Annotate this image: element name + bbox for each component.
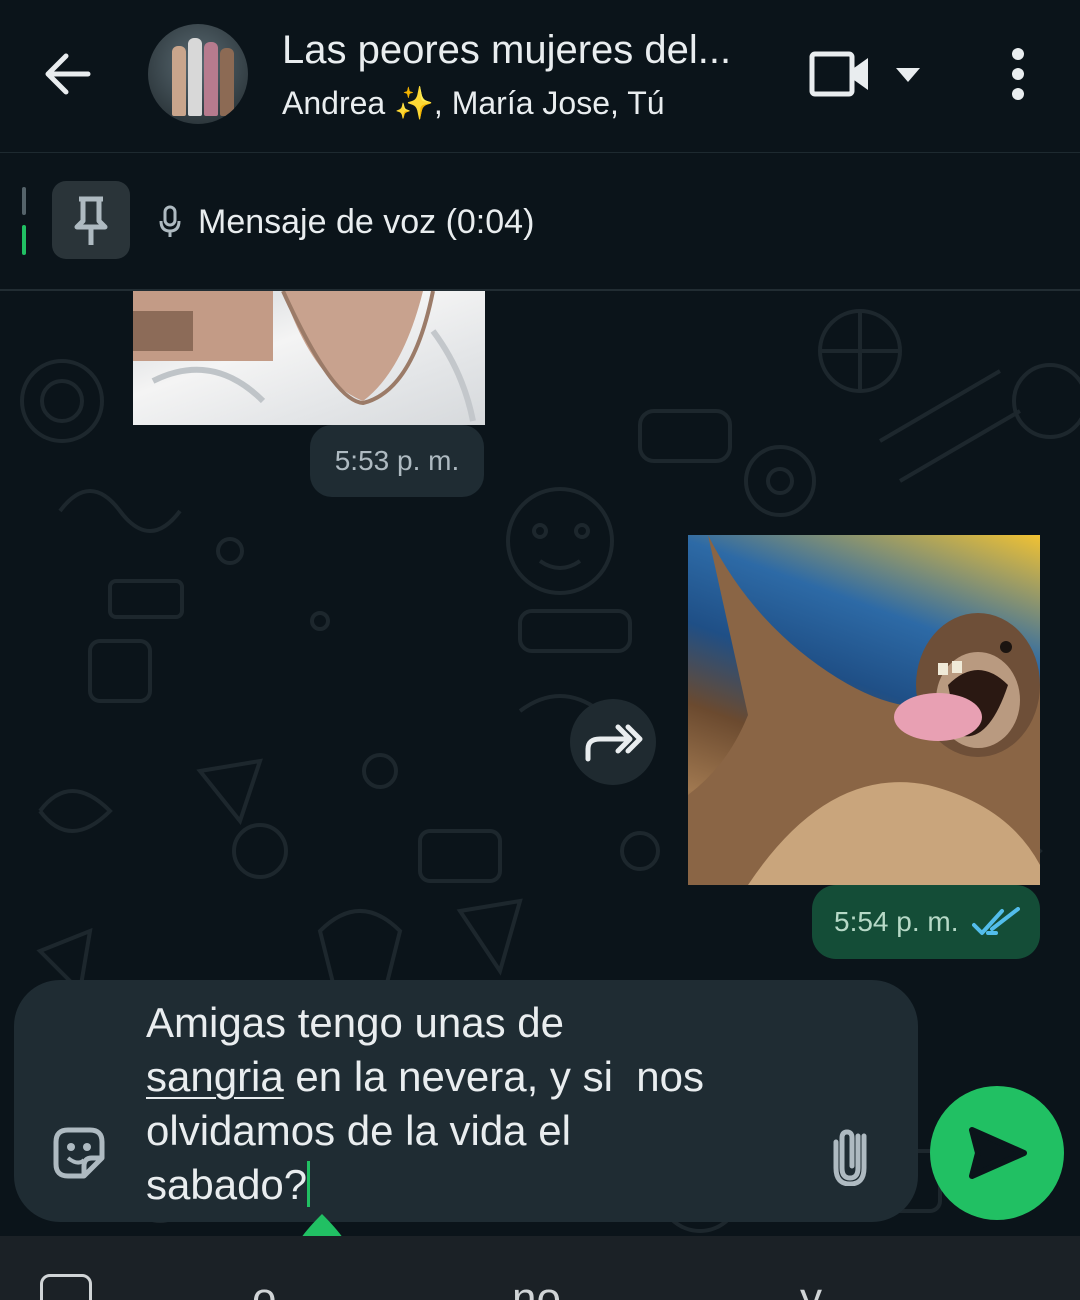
video-call-icon[interactable] [808,48,872,100]
suggestion-1[interactable]: o [252,1274,276,1300]
received-image-content [133,291,476,422]
send-button[interactable] [930,1086,1064,1220]
received-image[interactable] [133,291,485,425]
message-composer: Amigas tengo unas de sangria en la never… [14,980,918,1222]
attach-icon[interactable] [828,1122,872,1186]
chat-participants[interactable]: Andrea ✨, María Jose, Tú [282,84,665,122]
pin-icon [74,196,108,245]
message-misspelled-word[interactable]: sangria [146,1053,284,1100]
chat-title[interactable]: Las peores mujeres del... [282,28,731,73]
sent-time-text: 5:54 p. m. [834,906,959,937]
message-input[interactable]: Amigas tengo unas de sangria en la never… [146,996,786,1212]
mic-icon [159,205,181,237]
pinned-indicator [22,187,26,255]
read-ticks-icon [972,907,1020,935]
suggestion-3[interactable]: y [800,1274,822,1300]
group-avatar[interactable] [148,24,248,124]
sent-image[interactable] [688,535,1040,885]
pinned-message-text: Mensaje de voz (0:04) [198,203,535,241]
back-arrow-icon[interactable] [40,46,96,102]
keyboard-more-icon[interactable]: ... [1002,1284,1047,1300]
message-line-4: sabado? [146,1161,308,1208]
forward-button[interactable] [570,699,656,785]
chevron-down-icon[interactable] [892,62,924,86]
message-line-2: en la nevera, y si nos [283,1053,704,1100]
sticker-icon[interactable] [48,1122,110,1184]
keyboard-collapse-icon[interactable] [40,1274,92,1300]
pinned-message-bar[interactable]: Mensaje de voz (0:04) [0,153,1080,291]
keyboard-suggestion-strip: o no y ... [0,1236,1080,1300]
send-icon [969,1127,1027,1179]
pin-button[interactable] [52,181,130,259]
received-timestamp: 5:53 p. m. [310,425,484,497]
sent-image-content [688,535,1040,885]
message-line-1: Amigas tengo unas de [146,999,564,1046]
forward-icon [585,724,643,762]
message-line-3: olvidamos de la vida el [146,1107,571,1154]
chat-header: Las peores mujeres del... Andrea ✨, Marí… [0,0,1080,153]
text-caret [307,1161,311,1207]
more-vert-icon[interactable] [1000,46,1036,102]
suggestion-2[interactable]: no [512,1274,561,1300]
sent-timestamp: 5:54 p. m. [812,885,1040,959]
